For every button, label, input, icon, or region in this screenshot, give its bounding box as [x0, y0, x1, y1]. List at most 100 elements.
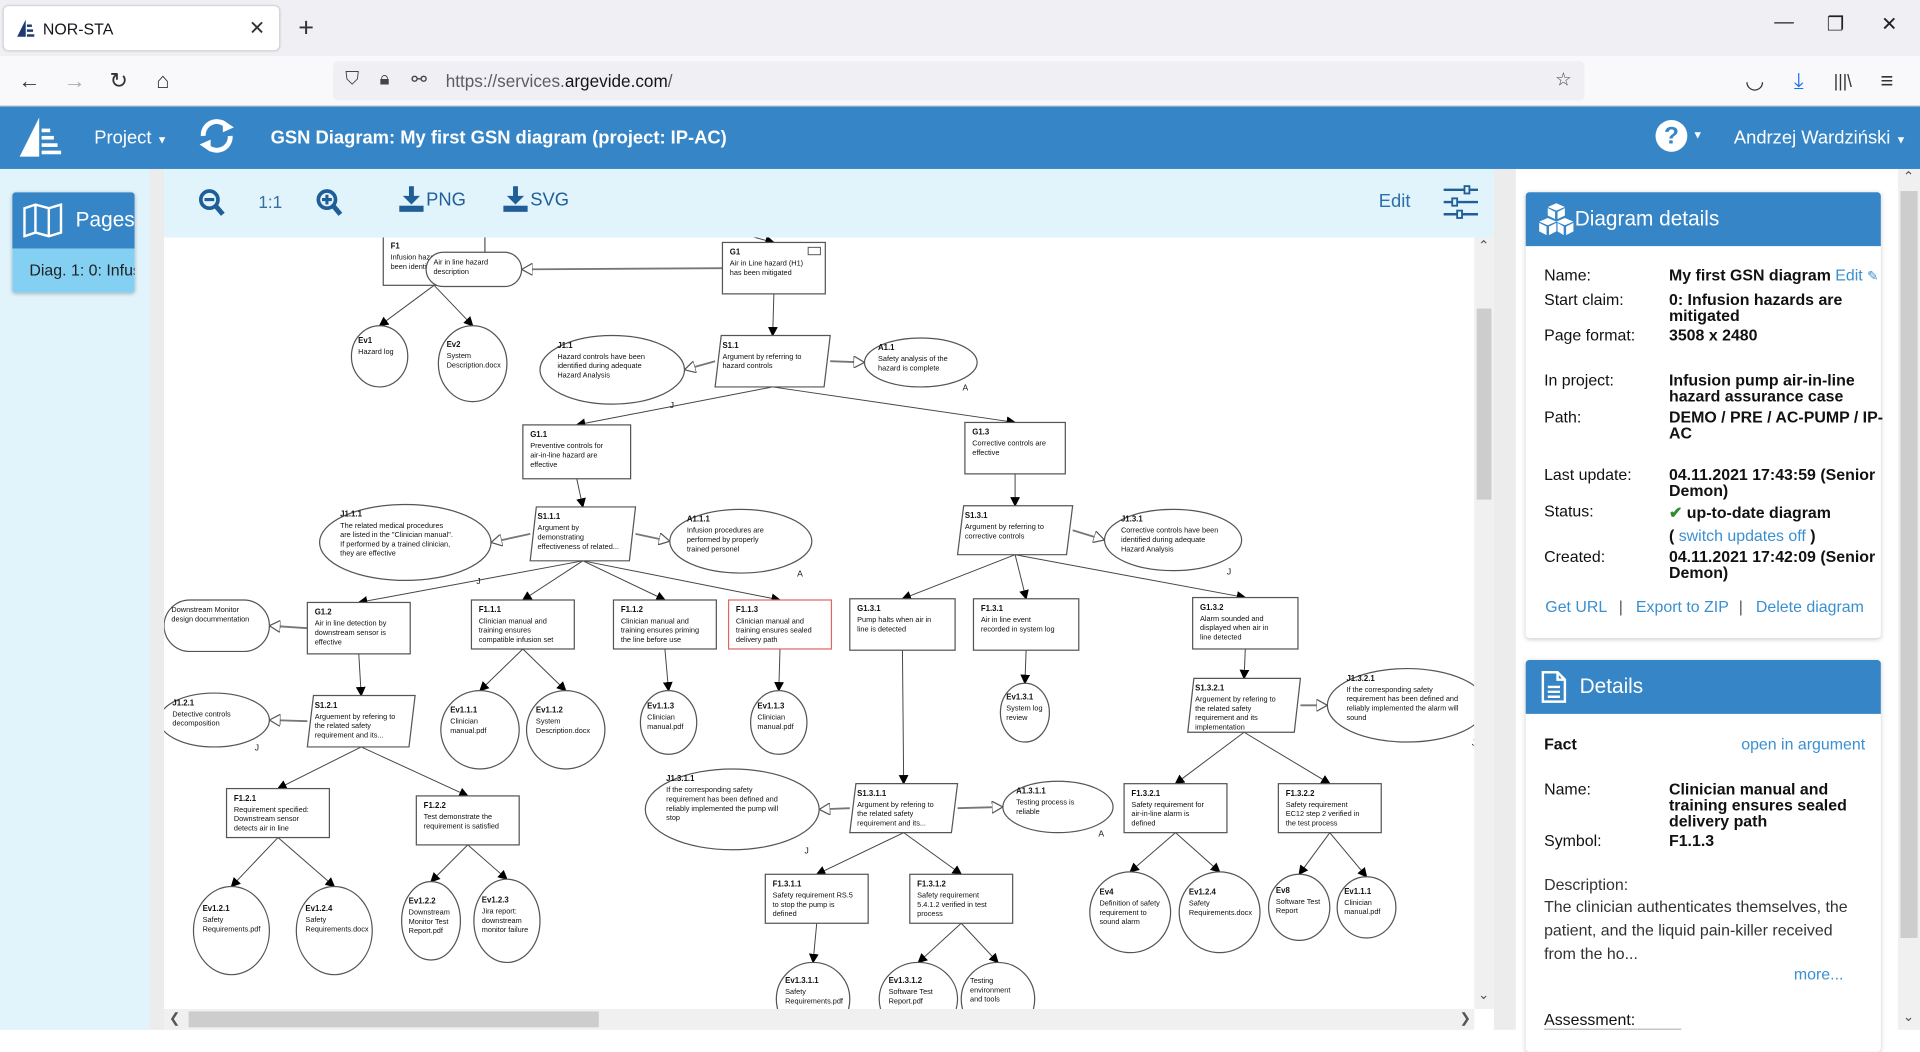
delete-diagram-link[interactable]: Delete diagram [1756, 598, 1864, 616]
gsn-node-evidence[interactable]: Ev2 SystemDescription.docx [437, 325, 508, 403]
menu-icon[interactable]: ≡ [1871, 66, 1903, 95]
gsn-node-evidence[interactable]: Ev1.1.3 Clinicianmanual.pdf [750, 690, 808, 755]
gsn-diagram[interactable]: F1Infusion hazards havebeen identifiedEv… [164, 237, 1475, 1009]
lock-icon[interactable]: 🔒︎ [380, 69, 390, 90]
gsn-node-goal[interactable]: G1.3 Corrective controls areeffective [964, 421, 1066, 475]
gsn-node-fact[interactable]: F1.1.3 Clinician manual andtraining ensur… [727, 599, 833, 650]
scrollbar-thumb[interactable] [1476, 308, 1492, 500]
gsn-node-evidence[interactable]: Ev1.1.2 SystemDescription.docx [525, 690, 606, 770]
url-bar[interactable]: ⛉ 🔒︎ ⚯ https://services.argevide.com/ ☆ [333, 61, 1585, 101]
minimize-icon[interactable]: — [1766, 12, 1803, 34]
pages-header[interactable]: Pages [12, 192, 135, 249]
pocket-icon[interactable]: ◡ [1739, 66, 1771, 95]
gsn-node-justification[interactable]: J1.1 Hazard controls have beenidentified … [539, 334, 686, 410]
gsn-node-assumption[interactable]: A1.1.1 Infusion procedures areperformed b… [669, 508, 813, 579]
more-link[interactable]: more... [1794, 965, 1844, 983]
gsn-diagram-canvas[interactable]: F1 Infusion hazards have been identified Ev… [164, 237, 1475, 1009]
export-png-button[interactable]: PNG [399, 186, 466, 213]
gsn-node-strategy[interactable]: S1.3.2.1 Arguement by refering tothe rela… [1187, 677, 1302, 733]
gsn-node-goal[interactable]: G1.2 Air in line detection bydownstream s… [306, 601, 411, 655]
scroll-up-icon[interactable]: ⌃ [1478, 238, 1489, 254]
scroll-up-icon[interactable]: ⌃ [1903, 169, 1914, 185]
download-icon[interactable]: ⤓ [1783, 66, 1815, 95]
library-icon[interactable]: |||\ [1827, 66, 1859, 95]
gsn-node-fact[interactable]: F1.1.1 Clinician manual andtraining ensur… [470, 599, 575, 650]
scroll-down-icon[interactable]: ⌄ [1903, 1009, 1914, 1025]
home-icon[interactable]: ⌂ [147, 66, 179, 95]
help-icon[interactable]: ? [1655, 120, 1688, 152]
zoom-in-icon[interactable] [316, 189, 343, 218]
gsn-node-goal[interactable]: G1.3.2 Alarm sounded anddisplayed when ai… [1192, 596, 1299, 650]
scroll-right-icon[interactable]: ❯ [1460, 1010, 1471, 1026]
gsn-node-justification[interactable]: J1.1.1 The related medical proceduresare … [318, 503, 492, 586]
right-splitter[interactable] [1493, 168, 1516, 1030]
gsn-node-justification[interactable]: J1.3.1 Corrective controls have beenident… [1103, 508, 1243, 576]
refresh-icon[interactable] [196, 115, 238, 157]
gsn-node-evidence[interactable]: Ev1.2.3 Jira report:downstreammonitor fai… [473, 878, 541, 964]
gsn-node-evidence[interactable]: Ev1.1.3 Clinicianmanual.pdf [639, 690, 698, 755]
page-item[interactable]: Diag. 1: 0: Infusion hazards are mitigat… [12, 248, 135, 293]
close-tab-icon[interactable]: ✕ [242, 16, 271, 40]
close-window-icon[interactable]: ✕ [1871, 12, 1908, 36]
gsn-node-context[interactable]: Air in line hazarddescription [425, 251, 523, 288]
gsn-node-strategy[interactable]: S1.1 Argument by referring tohazard contr… [714, 334, 831, 388]
browser-tab[interactable]: NOR-STA ✕ [3, 6, 280, 51]
page-scrollbar[interactable]: ⌃ ⌄ [1897, 168, 1920, 1030]
scrollbar-thumb[interactable] [188, 1011, 599, 1028]
gsn-node-strategy[interactable]: S1.1.1 Argument bydemonstratingeffectiven… [529, 506, 637, 562]
gsn-node-fact[interactable]: F1.3.1.2 Safety requirement5.4.1.2 verifi… [909, 873, 1014, 924]
star-icon[interactable]: ☆ [1555, 69, 1571, 91]
settings-sliders-icon[interactable] [1442, 185, 1479, 219]
gsn-node-fact[interactable]: F1.2.2 Test demonstrate therequirement is… [415, 795, 520, 846]
gsn-node-goal[interactable]: G1.3.1 Pump halts when air inline is dete… [849, 598, 956, 651]
left-splitter[interactable] [149, 168, 165, 1030]
project-menu[interactable]: Project ▼ [94, 127, 167, 148]
restore-icon[interactable]: ❐ [1817, 12, 1854, 36]
gsn-node-justification[interactable]: J1.2.1 Detective controlsdecomposition J [164, 692, 270, 753]
export-svg-button[interactable]: SVG [503, 186, 569, 213]
scroll-down-icon[interactable]: ⌄ [1478, 987, 1489, 1003]
gsn-node-goal[interactable]: G1.1 Preventive controls forair-in-line h… [522, 424, 632, 480]
get-url-link[interactable]: Get URL [1545, 598, 1607, 616]
scroll-left-icon[interactable]: ❮ [169, 1010, 180, 1026]
switch-updates-link[interactable]: switch updates off [1679, 527, 1806, 545]
gsn-node-evidence[interactable]: Ev1.2.4 SafetyRequirements.docx [1178, 871, 1261, 954]
forward-icon[interactable]: → [59, 66, 91, 95]
url-text[interactable]: https://services.argevide.com/ [446, 71, 673, 91]
gsn-node-evidence[interactable]: Ev4 Definition of safetyrequirement tosou… [1089, 871, 1172, 954]
gsn-node-strategy[interactable]: S1.3.1 Argument by referring tocorrective… [956, 505, 1074, 556]
edit-diagram-button[interactable]: Edit [1379, 191, 1411, 212]
gsn-node-justification[interactable]: J1.3.1.1 If the corresponding safetyrequi… [644, 768, 820, 855]
gsn-node-strategy[interactable]: S1.2.1 Arguement by refering tothe relate… [306, 694, 416, 748]
gsn-node-assumption[interactable]: A1.3.1.1 Testing process isreliable A [1002, 780, 1114, 838]
export-zip-link[interactable]: Export to ZIP [1636, 598, 1729, 616]
gsn-node-evidence[interactable]: Ev1.3.1.2 Software TestReport.pdf [878, 961, 959, 1009]
gsn-node-evidence[interactable]: Ev1.1.1 Clinicianmanual.pdf [1336, 876, 1397, 939]
back-icon[interactable]: ← [13, 66, 45, 95]
shield-icon[interactable]: ⛉ [345, 69, 359, 90]
reload-icon[interactable]: ↻ [103, 66, 135, 95]
gsn-node-fact[interactable]: F1.3.2.1 Safety requirement forair-in-lin… [1123, 783, 1228, 834]
gsn-node-justification[interactable]: J1.3.2.1 If the corresponding safetyrequi… [1326, 667, 1475, 748]
new-tab-button[interactable]: + [291, 12, 320, 44]
zoom-out-icon[interactable] [198, 189, 225, 218]
user-menu[interactable]: Andrzej Wardziński ▼ [1734, 127, 1907, 148]
diagram-horizontal-scrollbar[interactable]: ❮ ❯ [164, 1008, 1475, 1030]
gsn-node-evidence[interactable]: Ev1.2.4 SafetyRequirements.docx [295, 885, 373, 976]
gsn-node-assumption[interactable]: A1.1 Safety analysis of thehazard is comp… [863, 337, 978, 393]
gsn-node-fact[interactable]: F1.3.1.1 Safety requirement RS.5to stop t… [764, 873, 869, 924]
help-caret-icon[interactable]: ▼ [1692, 129, 1703, 141]
gsn-node-evidence[interactable]: Ev1.2.1 SafetyRequirements.pdf [192, 885, 271, 976]
gsn-node-evidence[interactable]: Ev1.3.1 System logreview [999, 682, 1051, 743]
gsn-node-fact[interactable]: F1.2.1 Requirement specified:Downstream s… [225, 787, 331, 839]
gsn-node-fact[interactable]: F1.1.2 Clinician manual andtraining ensur… [612, 599, 717, 650]
gsn-node-goal[interactable]: G1 Air in Line hazard (H1)has been mitiga… [721, 241, 826, 295]
gsn-node-evidence[interactable]: Ev1 Hazard log [350, 325, 409, 388]
gsn-node-evidence[interactable]: Ev1.1.1 Clinicianmanual.pdf [440, 690, 520, 770]
zoom-reset-button[interactable]: 1:1 [258, 192, 282, 212]
gsn-node-context[interactable]: Downstream Monitordesign docummentation [164, 599, 270, 653]
gsn-node-evidence[interactable]: Testingenvironmentand tools [960, 961, 1036, 1009]
gsn-node-fact[interactable]: F1.3.2.2 Safety requirementEC12 step 2 ve… [1277, 783, 1382, 834]
nor-sta-logo[interactable] [19, 117, 62, 157]
edit-name-link[interactable]: Edit ✎ [1835, 266, 1878, 284]
